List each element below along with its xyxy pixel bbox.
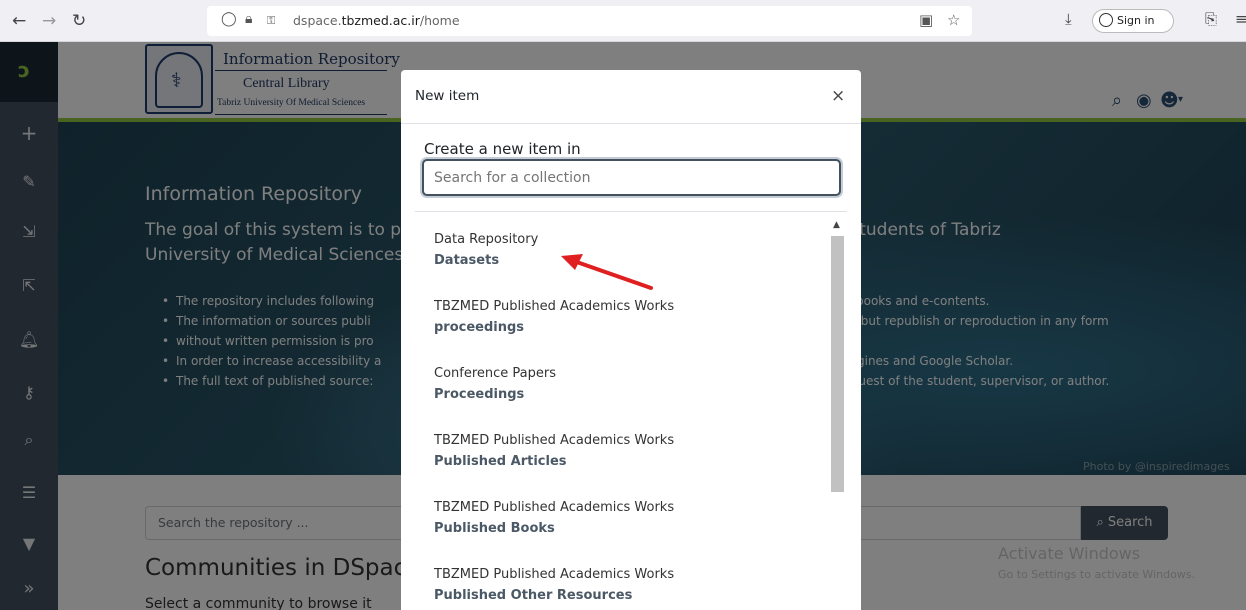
permissions-icon[interactable]: ⚿ [267,14,275,28]
back-icon[interactable]: ← [12,10,26,32]
close-icon[interactable]: × [831,86,845,106]
collection-option[interactable]: TBZMED Published Academics Works Publish… [434,567,824,603]
reload-icon[interactable]: ↻ [72,10,86,32]
collection-search-input[interactable] [422,159,841,196]
downloads-icon[interactable]: ⤓ [1065,10,1072,28]
lock-icon[interactable]: 🔒︎ [245,11,252,27]
reader-view-icon[interactable]: ▣ [919,11,933,29]
collection-option[interactable]: TBZMED Published Academics Works Publish… [434,433,824,469]
forward-icon[interactable]: → [42,10,56,32]
collection-option[interactable]: Conference Papers Proceedings [434,366,824,402]
url-text[interactable]: dspace.tbzmed.ac.ir/home [293,13,460,28]
collection-option[interactable]: TBZMED Published Academics Works Publish… [434,500,824,536]
collection-option[interactable]: TBZMED Published Academics Works proceed… [434,299,824,335]
modal-title: New item [415,88,480,104]
modal-label: Create a new item in [424,140,581,158]
scroll-up-icon[interactable]: ▲ [833,220,840,230]
browser-toolbar: ← → ↻ ◯ 🔒︎ ⚿ dspace.tbzmed.ac.ir/home ▣ … [0,0,1246,42]
account-icon [1099,13,1113,27]
collection-list-scrollbar[interactable]: ▲ [831,220,845,610]
sign-in-button[interactable]: Sign in [1092,9,1174,33]
bookmark-star-icon[interactable]: ☆ [947,11,960,29]
modal-header: New item × [401,70,861,124]
address-bar[interactable]: ◯ 🔒︎ ⚿ dspace.tbzmed.ac.ir/home ▣ ☆ [207,6,972,36]
new-item-modal: New item × Create a new item in Data Rep… [401,70,861,610]
scrollbar-thumb[interactable] [831,236,844,492]
annotation-arrow-icon [561,254,653,290]
shield-icon[interactable]: ◯ [221,11,237,27]
extensions-icon[interactable]: ⎘ [1205,10,1217,28]
menu-icon[interactable]: ≡ [1235,10,1246,28]
